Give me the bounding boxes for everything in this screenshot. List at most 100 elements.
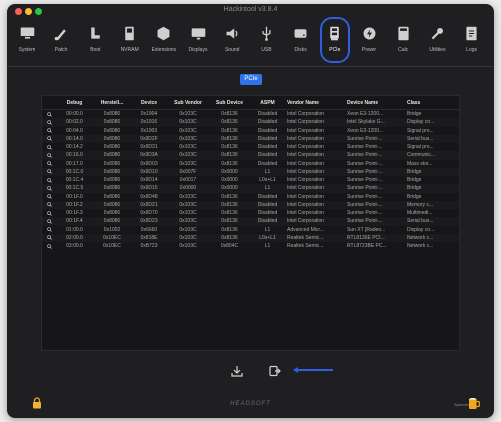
toolbar-item-calc[interactable]: Calc bbox=[390, 22, 416, 60]
table-row[interactable]: 00:1C.5 0x8086 0x9D15 0x0000 0x0000 L1 Intel C… bbox=[42, 184, 459, 193]
table-row[interactable]: 00:14.0 0x8086 0x9D2F 0x103C 0x8136 Disabled I… bbox=[42, 134, 459, 143]
column-header[interactable]: Vendor Name bbox=[285, 96, 345, 110]
table-row[interactable]: 00:00.0 0x8086 0x1904 0x103C 0x8136 Disabled I… bbox=[42, 110, 459, 119]
table-row[interactable]: 00:1F.4 0x8086 0x9D23 0x103C 0x8136 Disabled I… bbox=[42, 217, 459, 226]
table-cell: Signal pro... bbox=[407, 127, 434, 134]
refresh-export-icon[interactable] bbox=[269, 364, 281, 377]
table-row[interactable]: 00:16.0 0x8086 0x9D3A 0x103C 0x8136 Disabled I… bbox=[42, 151, 459, 160]
table-cell: Sunrise Point-... bbox=[345, 134, 405, 143]
table-row[interactable]: 00:14.2 0x8086 0x9D31 0x103C 0x8136 Disabled I… bbox=[42, 143, 459, 151]
magnifier-icon[interactable] bbox=[42, 233, 56, 242]
table-cell: L1 bbox=[264, 226, 271, 233]
toolbar-item-power[interactable]: Power bbox=[356, 22, 382, 60]
table-row[interactable]: 03:00.0 0x10EC 0xB723 0x103C 0x804C L1 Realtek… bbox=[42, 242, 459, 250]
column-header[interactable] bbox=[42, 96, 56, 110]
column-header[interactable]: Herstell... bbox=[93, 96, 131, 110]
table-cell: 0x103C bbox=[179, 160, 197, 167]
magnifier-icon[interactable] bbox=[42, 176, 56, 184]
column-header[interactable]: Device bbox=[131, 96, 167, 110]
toolbar-item-patch[interactable]: Patch bbox=[48, 22, 74, 60]
magnifier-icon[interactable] bbox=[42, 226, 56, 234]
table-cell: 0x103C bbox=[179, 210, 197, 217]
beer-icon[interactable] bbox=[468, 396, 480, 410]
magnifier-icon[interactable] bbox=[42, 110, 56, 119]
table-row[interactable]: 00:1F.2 0x8086 0x9D21 0x103C 0x8136 Disabled I… bbox=[42, 200, 459, 209]
column-header[interactable]: Sub Device bbox=[209, 96, 250, 110]
table-cell: Display co... bbox=[407, 226, 435, 233]
magnifier-icon[interactable] bbox=[42, 193, 56, 201]
toolbar-item-extensions[interactable]: Extensions bbox=[151, 22, 177, 60]
table-row[interactable]: 00:17.0 0x8086 0x9D03 0x103C 0x8136 Disabled I… bbox=[42, 160, 459, 168]
table-cell: Intel Corporation bbox=[285, 151, 345, 160]
table-cell: Sunrise Point-... bbox=[345, 167, 405, 176]
magnifier-icon[interactable] bbox=[42, 127, 56, 135]
table-cell: Bridge bbox=[407, 177, 422, 184]
table-row[interactable]: 00:04.0 0x8086 0x1903 0x103C 0x8136 Disabled I… bbox=[42, 127, 459, 135]
toolbar-item-pcie[interactable]: PCIe bbox=[319, 17, 350, 63]
table-cell: 0x8086 bbox=[93, 151, 131, 160]
magnifier-icon[interactable] bbox=[42, 184, 56, 193]
table-cell: Disabled bbox=[257, 160, 278, 167]
column-header[interactable]: Class bbox=[405, 96, 459, 110]
toolbar-item-label: USB bbox=[261, 47, 272, 53]
column-header[interactable]: Device Name bbox=[345, 96, 405, 110]
table-cell: 0x8136 bbox=[209, 217, 250, 226]
toolbar-item-logs[interactable]: Logs bbox=[459, 22, 485, 60]
magnifier-icon[interactable] bbox=[42, 160, 56, 168]
magnifier-icon[interactable] bbox=[42, 167, 56, 176]
table-row[interactable]: 00:1F.3 0x8086 0x9D70 0x103C 0x8136 Disabled I… bbox=[42, 209, 459, 217]
table-cell: 0x103C bbox=[167, 200, 209, 209]
column-header[interactable]: Debug bbox=[56, 96, 93, 110]
toolbar-item-system[interactable]: System bbox=[14, 22, 40, 60]
table-cell: 0x9D70 bbox=[140, 210, 158, 217]
export-icon[interactable] bbox=[231, 364, 243, 377]
table-cell: 0x8136 bbox=[209, 200, 250, 209]
column-header[interactable]: ASPM bbox=[250, 96, 285, 110]
window-title: Hackintool v3.8.4 bbox=[223, 6, 278, 13]
table-cell: 01:00.0 bbox=[66, 226, 83, 233]
table-cell: 0x8086 bbox=[93, 134, 131, 143]
table-cell: 0x103C bbox=[167, 134, 209, 143]
toolbar-item-usb[interactable]: USB bbox=[253, 22, 279, 60]
toolbar-item-sound[interactable]: Sound bbox=[219, 22, 245, 60]
toolbar-item-utilities[interactable]: Utilities bbox=[424, 22, 450, 60]
table-row[interactable]: 00:1F.0 0x8086 0x9D48 0x103C 0x8136 Disabled I… bbox=[42, 193, 459, 201]
table-row[interactable]: 01:00.0 0x1002 0x6660 0x103C 0x8136 L1 Advance… bbox=[42, 226, 459, 234]
calculator-icon bbox=[390, 22, 416, 44]
table-cell: 0x8086 bbox=[103, 177, 121, 184]
magnifier-icon[interactable] bbox=[42, 143, 56, 151]
table-row[interactable]: 00:1C.4 0x8086 0x9D14 0x0017 0x0000 L0s+L1 Int… bbox=[42, 176, 459, 184]
magnifier-icon[interactable] bbox=[42, 217, 56, 226]
toolbar: System Patch Boot NVRAM Extensions Displays So… bbox=[7, 17, 494, 66]
table-cell: 0x007F bbox=[167, 167, 209, 176]
table-cell: Sunrise Point-... bbox=[345, 184, 405, 193]
magnifier-icon[interactable] bbox=[42, 118, 56, 127]
wrench-icon bbox=[424, 22, 450, 44]
toolbar-item-boot[interactable]: Boot bbox=[82, 22, 108, 60]
table-cell: 0x8086 bbox=[103, 111, 121, 118]
magnifier-icon[interactable] bbox=[42, 151, 56, 160]
magnifier-icon[interactable] bbox=[42, 209, 56, 217]
column-header[interactable]: Sub Vendor bbox=[167, 96, 209, 110]
table-cell: Intel Corporation bbox=[287, 210, 324, 217]
speaker-icon bbox=[219, 22, 245, 44]
magnifier-icon[interactable] bbox=[42, 242, 56, 250]
table-cell: 0x103C bbox=[179, 243, 197, 250]
table-cell: Signal pro... bbox=[407, 144, 434, 151]
table-cell: Sunrise Point-... bbox=[345, 200, 405, 209]
toolbar-item-disks[interactable]: Disks bbox=[288, 22, 314, 60]
table-row[interactable]: 00:02.0 0x8086 0x1916 0x103C 0x8136 Disabled I… bbox=[42, 118, 459, 127]
toolbar-item-nvram[interactable]: NVRAM bbox=[117, 22, 143, 60]
magnifier-icon[interactable] bbox=[42, 134, 56, 143]
table-cell: 0x0000 bbox=[209, 184, 250, 193]
table-row[interactable]: 00:1C.0 0x8086 0x9D10 0x007F 0x0000 L1 Intel C… bbox=[42, 167, 459, 176]
table-cell: 0x103C bbox=[179, 111, 197, 118]
toolbar-item-label: Power bbox=[361, 47, 377, 53]
magnifier-icon[interactable] bbox=[42, 200, 56, 209]
toolbar-item-label: PCIe bbox=[329, 47, 341, 53]
table-cell: Bridge bbox=[405, 167, 459, 176]
section-pcie-button[interactable]: PCIe bbox=[240, 74, 262, 85]
toolbar-item-displays[interactable]: Displays bbox=[185, 22, 211, 60]
pcie-devices-table[interactable]: Debug Herstell... Device Sub Vendor Sub Devi… bbox=[41, 95, 460, 351]
table-row[interactable]: 02:00.0 0x10EC 0x818E 0x103C 0x8136 L0s+L1 Rea… bbox=[42, 233, 459, 242]
